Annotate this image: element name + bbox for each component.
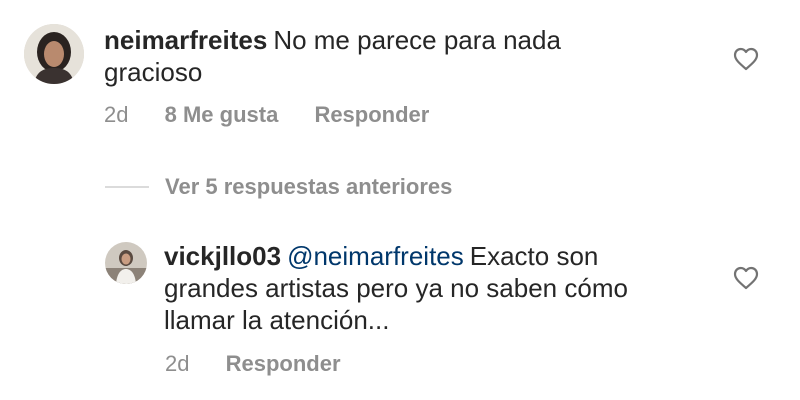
view-previous-replies-button[interactable]: Ver 5 respuestas anteriores [105,172,452,202]
reply-username[interactable]: vickjllo03 [164,241,281,271]
heart-outline-icon[interactable] [733,266,759,290]
reply-body: vickjllo03 @neimarfreites Exacto son grand… [164,240,664,336]
like-count-button[interactable]: 8 Me gusta [165,102,279,128]
comment-meta: 2d 8 Me gusta Responder [104,102,459,128]
comment-time: 2d [104,102,129,127]
comment-username[interactable]: neimarfreites [104,25,267,55]
reply-meta: 2d Responder [165,351,371,377]
comments-screen: neimarfreites No me parece para nada grac… [0,0,800,400]
divider-line [105,186,149,188]
avatar-photo [24,24,84,84]
comment-body: neimarfreites No me parece para nada grac… [104,24,664,88]
reply-button[interactable]: Responder [314,102,429,128]
reply-button[interactable]: Responder [226,351,341,377]
reply-avatar[interactable] [105,242,147,284]
reply-mention[interactable]: @neimarfreites [287,241,464,271]
reply-avatar-photo [105,242,147,284]
view-replies-label: Ver 5 respuestas anteriores [165,174,453,199]
reply-time: 2d [165,351,190,376]
avatar[interactable] [24,24,84,84]
heart-outline-icon[interactable] [733,47,759,71]
